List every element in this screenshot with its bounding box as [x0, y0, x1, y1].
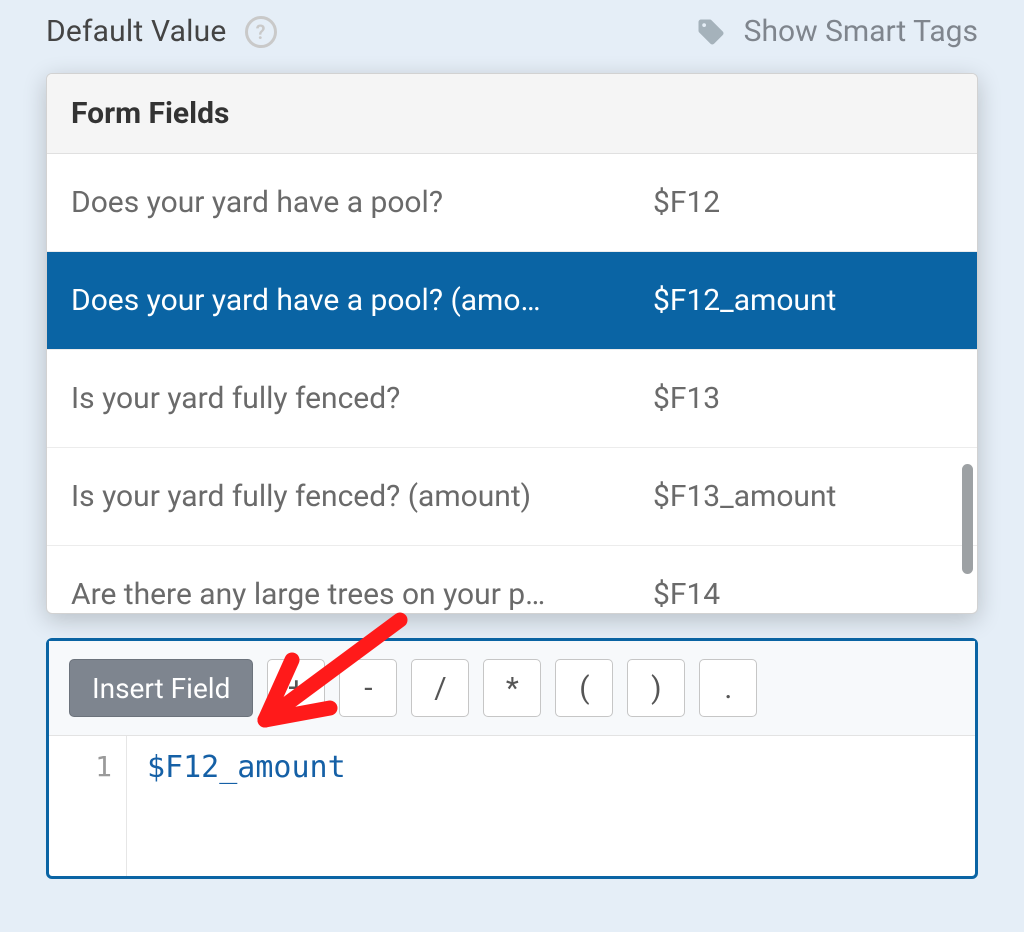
dropdown-item[interactable]: Are there any large trees on your p…$F14 [47, 546, 977, 613]
dropdown-item-label: Does your yard have a pool? [71, 185, 653, 220]
field-title: Default Value [46, 14, 227, 49]
dropdown-item-token: $F12 [653, 185, 953, 220]
dropdown-item-token: $F13 [653, 381, 953, 416]
operator-button[interactable]: * [483, 659, 541, 717]
tag-icon [696, 17, 726, 47]
help-icon[interactable]: ? [245, 16, 277, 48]
dropdown-item[interactable]: Is your yard fully fenced? (amount)$F13_… [47, 448, 977, 546]
dropdown-item[interactable]: Does your yard have a pool? (amo…$F12_am… [47, 252, 977, 350]
editor-toolbar: Insert Field +-/*(). [49, 641, 975, 736]
dropdown-item[interactable]: Is your yard fully fenced?$F13 [47, 350, 977, 448]
line-gutter: 1 [49, 736, 127, 876]
operator-button[interactable]: + [267, 659, 325, 717]
form-fields-dropdown: Form Fields Does your yard have a pool?$… [46, 73, 978, 614]
show-smart-tags-link[interactable]: Show Smart Tags [744, 14, 978, 49]
formula-editor: Insert Field +-/*(). 1 $F12_amount [46, 638, 978, 879]
field-header: Default Value ? Show Smart Tags [46, 14, 978, 49]
dropdown-item-label: Is your yard fully fenced? (amount) [71, 479, 653, 514]
dropdown-item[interactable]: Does your yard have a pool?$F12 [47, 154, 977, 252]
dropdown-item-token: $F12_amount [653, 283, 953, 318]
code-content[interactable]: $F12_amount [127, 736, 975, 876]
dropdown-list[interactable]: Does your yard have a pool?$F12Does your… [47, 154, 977, 613]
insert-field-button[interactable]: Insert Field [69, 659, 253, 717]
dropdown-item-token: $F13_amount [653, 479, 953, 514]
dropdown-item-label: Does your yard have a pool? (amo… [71, 283, 653, 318]
dropdown-item-label: Are there any large trees on your p… [71, 577, 653, 612]
code-line: $F12_amount [147, 750, 955, 785]
line-number: 1 [49, 750, 112, 783]
operator-button[interactable]: . [699, 659, 757, 717]
dropdown-title: Form Fields [47, 74, 977, 154]
operator-button[interactable]: ) [627, 659, 685, 717]
operator-button[interactable]: / [411, 659, 469, 717]
dropdown-item-label: Is your yard fully fenced? [71, 381, 653, 416]
operator-button[interactable]: - [339, 659, 397, 717]
dropdown-item-token: $F14 [653, 577, 953, 612]
operator-button[interactable]: ( [555, 659, 613, 717]
